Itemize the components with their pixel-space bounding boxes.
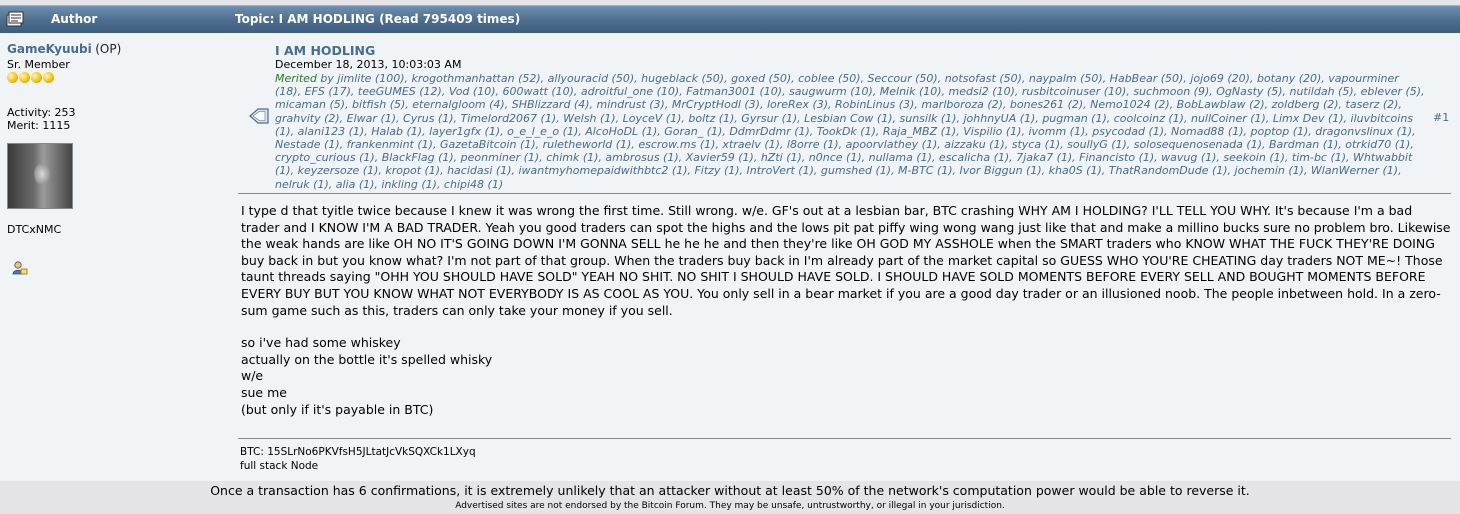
footer-quote: Once a transaction has 6 confirmations, … [210,483,1250,498]
star-icon [43,72,54,83]
post-subject[interactable]: I AM HODLING [275,43,375,58]
post-line: w/e [241,368,264,384]
topic-title: Topic: I AM HODLING (Read 795409 times) [235,12,521,26]
post-line: sue me [241,384,287,400]
star-icon [7,72,18,83]
post-container: GameKyuubi (OP) Sr. Member Activity: 253… [0,33,1460,481]
signature-divider [238,438,1451,439]
poster-rank: Sr. Member [7,58,70,71]
merited-users: by jimlite (100), krogothmanhattan (52),… [275,72,1425,191]
divider [238,193,1451,194]
avatar [7,143,73,209]
topic-icon [6,11,24,27]
poster-name-row: GameKyuubi (OP) [7,42,227,56]
star-icon [31,72,42,83]
poster-info: GameKyuubi (OP) Sr. Member Activity: 253… [7,42,227,279]
post-line: so i've had some whiskey [241,335,401,351]
forum-page: Author Topic: I AM HODLING (Read 795409 … [0,0,1460,514]
forum-footer: Once a transaction has 6 confirmations, … [0,481,1460,514]
personal-text: DTCxNMC [7,223,62,236]
merited-by-list: Merited by jimlite (100), krogothmanhatt… [275,72,1425,191]
post-line: actually on the bottle it's spelled whis… [241,351,493,367]
post-subject-icon [249,108,269,124]
merited-label: Merited [275,72,317,85]
footer-disclaimer: Advertised sites are not endorsed by the… [455,501,1005,511]
pm-icon[interactable] [12,260,28,276]
rank-stars [7,72,227,85]
poster-name-link[interactable]: GameKyuubi [7,42,92,56]
signature-line: BTC: 15SLrNo6PKVfsH5JLtatJcVkSQXCk1LXyq [240,446,476,458]
signature: BTC: 15SLrNo6PKVfsH5JLtatJcVkSQXCk1LXyq … [240,446,476,473]
post-body: I type d that tyitle twice because I kne… [241,203,1453,418]
star-icon [19,72,30,83]
post-number-link[interactable]: #1 [1433,111,1449,124]
op-tag: (OP) [95,42,122,56]
post-line: (but only if it's payable in BTC) [241,401,434,417]
poster-merit: Merit: 1115 [7,119,71,132]
poster-activity: Activity: 253 [7,106,76,119]
post-paragraph: I type d that tyitle twice because I kne… [241,203,1451,318]
post-date: December 18, 2013, 10:03:03 AM [275,58,462,71]
author-column-label: Author [51,12,98,26]
signature-line: full stack Node [240,459,319,472]
topic-header-bar: Author Topic: I AM HODLING (Read 795409 … [0,5,1460,34]
